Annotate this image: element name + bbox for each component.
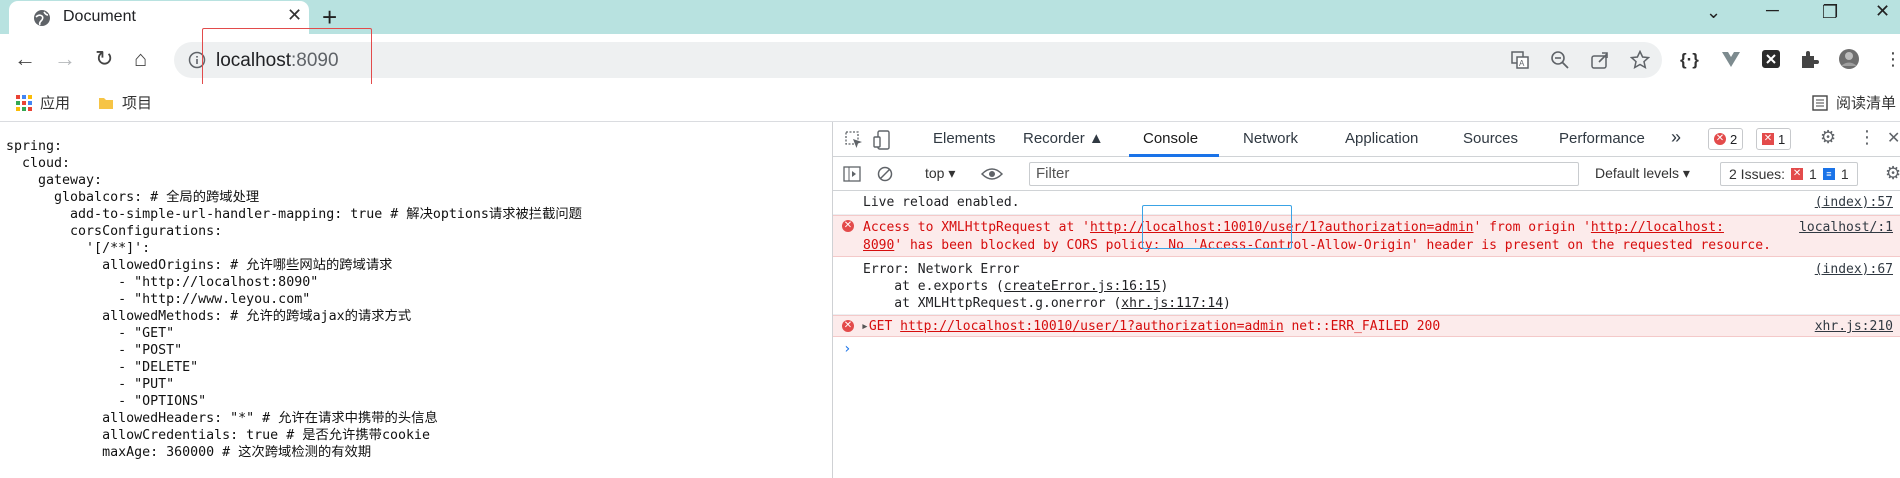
console-message-cors-error: ✕ Access to XMLHttpRequest at 'http://lo… [833, 215, 1900, 257]
reload-button[interactable]: ↻ [95, 46, 113, 72]
issue-count-badge[interactable]: ✕ 1 [1756, 128, 1792, 150]
bookmark-apps[interactable]: 应用 [16, 92, 70, 113]
issues-label: 2 Issues: [1729, 166, 1786, 182]
translate-icon[interactable]: A [1510, 50, 1530, 70]
devtools-tabbar: Elements Recorder ▲ Console Network Appl… [833, 122, 1900, 157]
devtools-panel: Elements Recorder ▲ Console Network Appl… [832, 122, 1900, 478]
console-filter-input[interactable]: Filter [1029, 162, 1579, 186]
tab-console[interactable]: Console [1143, 130, 1198, 147]
back-button[interactable]: ← [14, 46, 36, 72]
folder-icon [99, 97, 113, 109]
svg-text:A: A [1519, 59, 1525, 68]
settings-gear-icon[interactable]: ⚙ [1820, 127, 1836, 148]
console-message-get-failed: ✕ ▸GET http://localhost:10010/user/1?aut… [833, 315, 1900, 337]
console-settings-icon[interactable]: ⚙ [1885, 163, 1900, 184]
stack-frame-1: at e.exports (createError.js:16:15) [863, 279, 1169, 294]
tab-recorder[interactable]: Recorder ▲ [1023, 130, 1104, 147]
inspect-element-icon[interactable] [845, 131, 863, 149]
apps-grid-icon [16, 94, 32, 111]
log-source-link[interactable]: (index):57 [1815, 194, 1893, 212]
log-levels-dropdown[interactable]: Default levels ▾ [1595, 165, 1690, 182]
minimize-button[interactable]: ─ [1766, 0, 1779, 21]
tab-title: Document [63, 8, 136, 25]
cors-origin-port-link[interactable]: 8090 [863, 238, 894, 253]
address-bar[interactable]: localhost:8090 A [174, 42, 1662, 78]
tab-network[interactable]: Network [1243, 130, 1298, 147]
link-highlight-box [1142, 205, 1292, 249]
error-icon: ✕ [842, 320, 854, 332]
console-filter-bar: top ▾ Filter Default levels ▾ 2 Issues: … [833, 157, 1900, 191]
stack-frame-2: at XMLHttpRequest.g.onerror (xhr.js:117:… [863, 296, 1231, 311]
stack-link-1[interactable]: createError.js:16:15 [1004, 279, 1161, 294]
cors-origin-link[interactable]: http://localhost: [1591, 220, 1724, 235]
console-prompt-icon[interactable]: › [843, 341, 851, 357]
issues-info-icon: ≡ [1822, 168, 1835, 180]
vue-devtools-icon[interactable] [1720, 48, 1742, 70]
bookmark-star-icon[interactable] [1630, 50, 1650, 70]
get-failed-text: ▸GET http://localhost:10010/user/1?autho… [861, 319, 1441, 334]
extensions-puzzle-icon[interactable] [1798, 48, 1820, 70]
cors-error-line1: Access to XMLHttpRequest at 'http://loca… [863, 220, 1724, 235]
get-request-link[interactable]: http://localhost:10010/user/1?authorizat… [900, 319, 1284, 334]
error-icon: ✕ [1714, 133, 1726, 145]
url-highlight-box [202, 28, 372, 90]
tab-application[interactable]: Application [1345, 130, 1418, 147]
x-extension-icon[interactable] [1760, 48, 1782, 70]
stack-link-2[interactable]: xhr.js:117:14 [1121, 296, 1223, 311]
cors-error-line2: 8090' has been blocked by CORS policy: N… [863, 238, 1771, 253]
bookmark-apps-label: 应用 [40, 95, 71, 112]
clear-console-icon[interactable] [877, 166, 893, 182]
cors-error-source-link[interactable]: localhost/:1 [1799, 219, 1893, 237]
issues-error-icon: ✕ [1791, 168, 1804, 180]
more-tabs-icon[interactable]: » [1671, 127, 1681, 148]
window-close-button[interactable]: ✕ [1875, 1, 1890, 22]
live-expression-eye-icon[interactable] [981, 167, 1003, 181]
issues-error-count: 1 [1809, 166, 1817, 182]
network-error-source-link[interactable]: (index):67 [1815, 261, 1893, 279]
page-content: spring: cloud: gateway: globalcors: # 全局… [0, 122, 832, 478]
reading-list-label: 阅读清单 [1836, 95, 1897, 112]
tab-search-icon[interactable]: ⌄ [1706, 2, 1721, 23]
device-toolbar-icon[interactable] [873, 130, 891, 150]
zoom-icon[interactable] [1550, 50, 1570, 70]
json-extension-icon[interactable]: {·} [1680, 50, 1702, 72]
share-icon[interactable] [1590, 50, 1610, 70]
bookmark-folder[interactable]: 项目 [98, 92, 152, 113]
tab-performance[interactable]: Performance [1559, 130, 1645, 147]
tab-elements[interactable]: Elements [933, 130, 996, 147]
error-count-badge[interactable]: ✕ 2 [1708, 128, 1744, 150]
issue-error-icon: ✕ [1762, 133, 1774, 145]
tab-sources[interactable]: Sources [1463, 130, 1518, 147]
context-selector[interactable]: top ▾ [925, 165, 955, 182]
bookmark-folder-label: 项目 [122, 95, 153, 112]
yaml-config-text: spring: cloud: gateway: globalcors: # 全局… [6, 139, 582, 460]
reading-list[interactable]: 阅读清单 [1812, 92, 1896, 113]
tab-close-icon[interactable]: ✕ [287, 5, 302, 26]
sidebar-toggle-icon[interactable] [843, 166, 861, 182]
flask-icon: ▲ [1088, 130, 1104, 147]
reading-list-icon [1812, 94, 1828, 111]
log-text: Live reload enabled. [863, 195, 1020, 210]
restore-button[interactable]: ❐ [1822, 2, 1838, 23]
globe-icon [34, 10, 50, 26]
console-message-network-error: Error: Network Error at e.exports (creat… [833, 257, 1900, 315]
home-icon[interactable]: ⌂ [134, 46, 147, 72]
expand-arrow-icon[interactable]: ▸ [861, 319, 869, 334]
error-icon: ✕ [842, 220, 854, 232]
issues-info-count: 1 [1840, 166, 1849, 182]
devtools-close-icon[interactable]: ✕ [1887, 128, 1900, 148]
avatar[interactable] [1838, 48, 1860, 70]
forward-button[interactable]: → [54, 46, 76, 72]
issue-count: 1 [1778, 131, 1786, 147]
network-error-title: Error: Network Error [863, 262, 1020, 277]
bookmarks-bar: 应用 项目 阅读清单 [0, 84, 1900, 122]
console-output: Live reload enabled. (index):57 ✕ Access… [833, 191, 1900, 478]
get-failed-source-link[interactable]: xhr.js:210 [1815, 318, 1893, 336]
devtools-menu-icon[interactable]: ⋮ [1858, 127, 1876, 148]
menu-icon[interactable]: ⋮ [1884, 49, 1900, 71]
console-message-log: Live reload enabled. (index):57 [833, 191, 1900, 215]
issues-button[interactable]: 2 Issues: ✕ 1 ≡ 1 [1720, 162, 1858, 186]
error-count: 2 [1730, 131, 1738, 147]
